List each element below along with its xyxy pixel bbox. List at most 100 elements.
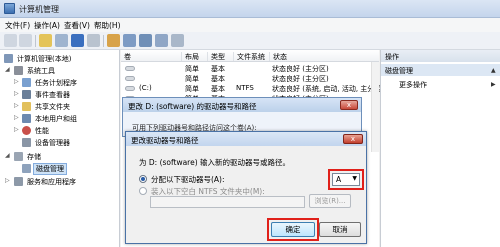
computer-management-window: 计算机管理 文件(F) 操作(A) 查看(V) 帮助(H) 计算机管理(本地) … xyxy=(0,0,500,247)
change-drive-letter-dialog: 更改驱动器号和路径 x 为 D: (software) 输入新的驱动器号或路径。… xyxy=(125,131,367,244)
tree-label: 磁盘管理 xyxy=(33,163,67,175)
export-icon[interactable] xyxy=(155,34,168,47)
forward-icon[interactable] xyxy=(19,34,32,47)
tree-label: 服务和应用程序 xyxy=(27,178,76,186)
disk-management-icon xyxy=(22,164,31,173)
scheduler-icon xyxy=(22,78,31,87)
tree-item-device-manager[interactable]: 设备管理器 xyxy=(0,136,120,148)
computer-icon xyxy=(4,54,13,63)
device-manager-icon xyxy=(22,138,31,147)
cell-fs: NTFS xyxy=(236,84,254,92)
tree-item-disk-management[interactable]: 磁盘管理 xyxy=(0,162,120,175)
column-header[interactable]: 布局 xyxy=(181,52,207,61)
expand-arrow-icon[interactable]: ▷ xyxy=(5,177,11,185)
performance-icon xyxy=(22,126,31,135)
toolbar-separator xyxy=(35,35,36,47)
volume-icon xyxy=(125,86,135,91)
menu-view[interactable]: 查看(V) xyxy=(64,20,90,31)
close-icon[interactable]: x xyxy=(343,134,363,144)
dialog-prompt: 为 D: (software) 输入新的驱动器号或路径。 xyxy=(139,158,291,167)
tree-label: 系统工具 xyxy=(27,67,55,75)
tools-icon xyxy=(14,66,23,75)
tree-label: 设备管理器 xyxy=(35,139,70,147)
menu-bar: 文件(F) 操作(A) 查看(V) 帮助(H) xyxy=(0,18,500,32)
window-title: 计算机管理 xyxy=(19,5,59,14)
highlight-box-ok xyxy=(267,218,319,241)
tree-label: 事件查看器 xyxy=(35,91,70,99)
expand-arrow-icon[interactable]: ▷ xyxy=(14,114,20,122)
expand-arrow-icon[interactable]: ▷ xyxy=(14,102,20,110)
title-bar: 计算机管理 xyxy=(0,0,500,18)
toolbar-separator xyxy=(103,35,104,47)
back-icon[interactable] xyxy=(4,34,17,47)
more-actions-link[interactable]: 更多操作 xyxy=(399,80,427,90)
cancel-button[interactable]: 取消 xyxy=(319,222,361,237)
up-folder-icon[interactable] xyxy=(39,34,52,47)
submenu-arrow-icon: ▶ xyxy=(491,81,496,88)
tree-item-task-scheduler[interactable]: ▷ 任务计划程序 xyxy=(0,76,120,88)
assign-letter-radio[interactable] xyxy=(139,175,147,183)
menu-help[interactable]: 帮助(H) xyxy=(94,20,121,31)
tree-item-services[interactable]: ▷ 服务和应用程序 xyxy=(0,175,120,187)
close-icon[interactable]: x xyxy=(340,100,358,110)
tree-label: 计算机管理(本地) xyxy=(17,55,72,63)
disk-icon[interactable] xyxy=(123,34,136,47)
volume-icon xyxy=(125,76,135,81)
help-icon[interactable] xyxy=(71,34,84,47)
tree-label: 存储 xyxy=(27,153,41,161)
toolbar xyxy=(0,32,500,50)
refresh-icon[interactable] xyxy=(139,34,152,47)
volume-row[interactable]: (C:) 简单 基本 NTFS 状态良好 (系统, 启动, 活动, 主分区) xyxy=(121,83,384,93)
expand-arrow-icon[interactable]: ▷ xyxy=(14,126,20,134)
volume-row[interactable]: 简单 基本 状态良好 (主分区) xyxy=(121,63,379,73)
tree-label: 任务计划程序 xyxy=(35,79,77,87)
expand-arrow-icon[interactable]: ▷ xyxy=(14,90,20,98)
column-header[interactable]: 状态 xyxy=(269,52,369,61)
vertical-scrollbar[interactable] xyxy=(371,62,379,152)
highlight-box-drive-select xyxy=(328,169,364,190)
tree-item-event-viewer[interactable]: ▷ 事件查看器 xyxy=(0,88,120,100)
volume-row[interactable]: 简单 基本 状态良好 (主分区) xyxy=(121,73,379,83)
assign-letter-label[interactable]: 分配以下驱动器号(A): xyxy=(151,174,225,185)
cell-volume: (C:) xyxy=(139,84,152,92)
computer-management-icon xyxy=(4,3,15,14)
show-hide-tree-icon[interactable] xyxy=(55,34,68,47)
dialog-title: 更改 D: (software) 的驱动器号和路径 xyxy=(123,98,361,112)
actions-section-label: 磁盘管理 xyxy=(385,67,413,75)
tree-item-storage[interactable]: ◢ 存储 xyxy=(0,150,120,162)
shared-folder-icon xyxy=(22,102,31,111)
column-header[interactable]: 卷 xyxy=(121,52,181,61)
list-header: 卷 布局 类型 文件系统 状态 xyxy=(121,50,379,62)
connect-icon[interactable] xyxy=(107,34,120,47)
dialog-title: 更改驱动器号和路径 xyxy=(126,132,366,146)
tree-item-performance[interactable]: ▷ 性能 xyxy=(0,124,120,136)
actions-header: 操作 xyxy=(381,50,500,62)
tree-item-root[interactable]: 计算机管理(本地) xyxy=(0,52,120,64)
folder-path-input[interactable] xyxy=(150,196,305,208)
volume-icon xyxy=(125,66,135,71)
expand-arrow-icon[interactable]: ◢ xyxy=(5,152,11,160)
tree-item-shared-folders[interactable]: ▷ 共享文件夹 xyxy=(0,100,120,112)
expand-arrow-icon[interactable]: ◢ xyxy=(5,66,11,74)
event-viewer-icon xyxy=(22,90,31,99)
actions-pane: 操作 磁盘管理 ▲ 更多操作 ▶ xyxy=(380,50,500,247)
mount-folder-radio[interactable] xyxy=(139,187,147,195)
browse-button[interactable]: 浏览(R)... xyxy=(309,194,351,208)
column-header[interactable]: 类型 xyxy=(207,52,233,61)
collapse-arrow-icon[interactable]: ▲ xyxy=(491,67,496,74)
properties-icon[interactable] xyxy=(87,34,100,47)
settings-icon[interactable] xyxy=(171,34,184,47)
menu-action[interactable]: 操作(A) xyxy=(34,20,60,31)
menu-file[interactable]: 文件(F) xyxy=(5,20,30,31)
users-icon xyxy=(22,114,31,123)
navigation-tree: 计算机管理(本地) ◢ 系统工具 ▷ 任务计划程序 ▷ 事件查看器 ▷ 共享文件… xyxy=(0,50,120,247)
tree-label: 性能 xyxy=(35,127,49,135)
storage-icon xyxy=(14,152,23,161)
tree-label: 本地用户和组 xyxy=(35,115,77,123)
expand-arrow-icon[interactable]: ▷ xyxy=(14,78,20,86)
tree-item-system-tools[interactable]: ◢ 系统工具 xyxy=(0,64,120,76)
tree-label: 共享文件夹 xyxy=(35,103,70,111)
actions-section-disk-management[interactable]: 磁盘管理 ▲ xyxy=(381,64,500,76)
tree-item-local-users[interactable]: ▷ 本地用户和组 xyxy=(0,112,120,124)
column-header[interactable]: 文件系统 xyxy=(233,52,269,61)
